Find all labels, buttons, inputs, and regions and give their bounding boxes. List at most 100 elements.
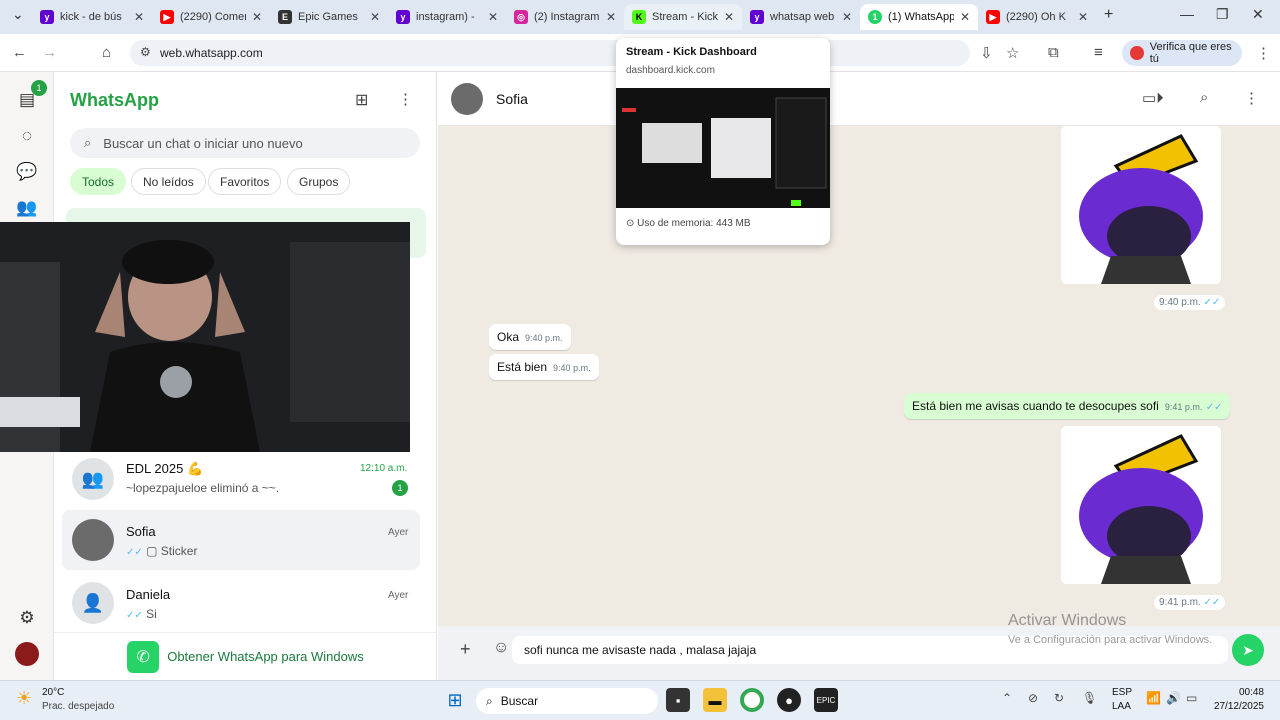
filter-all[interactable]: Todos [70, 168, 127, 195]
preview-memory: ⊙ Uso de memoria: 443 MB [626, 218, 751, 229]
tray-chevron-icon[interactable]: ⌃ [1002, 691, 1012, 705]
chat-row-edl[interactable]: 👥 EDL 2025 💪 ~lopezpajueloe eliminó a ~~… [62, 458, 420, 518]
epic-icon: E [278, 10, 292, 24]
tab-kick-search[interactable]: y kick - de bús ✕ [32, 4, 152, 30]
youtube-icon: ▶ [160, 10, 174, 24]
close-tab-icon[interactable]: ✕ [1078, 10, 1088, 24]
video-call-icon[interactable]: ▭⏵ [1142, 89, 1164, 107]
battery-icon[interactable]: ▭ [1186, 691, 1197, 705]
youtube-icon: ▶ [986, 10, 1000, 24]
bookmark-star-icon[interactable]: ☆ [1006, 44, 1019, 62]
keyboard-layout[interactable]: LAA [1112, 701, 1131, 712]
wifi-icon[interactable]: 📶 [1146, 691, 1161, 705]
close-tab-icon[interactable]: ✕ [842, 10, 852, 24]
tab-youtube-2[interactable]: ▶ (2290) Oh K ✕ [978, 4, 1096, 30]
contact-name[interactable]: Sofia [496, 91, 528, 107]
address-bar[interactable]: web.whatsapp.com [130, 40, 970, 66]
maximize-icon[interactable]: ❐ [1216, 6, 1229, 23]
new-chat-icon[interactable]: ⊞ [355, 90, 368, 110]
close-tab-icon[interactable]: ✕ [370, 10, 380, 24]
profile-avatar[interactable] [15, 642, 39, 666]
contact-avatar [72, 519, 114, 561]
tab-epic-games[interactable]: E Epic Games ✕ [270, 4, 388, 30]
tab-list-icon[interactable]: ⌄ [12, 6, 24, 23]
search-icon[interactable]: ⌕ [1200, 89, 1208, 106]
instagram-icon: ◎ [514, 10, 528, 24]
task-view-icon[interactable]: ▪ [666, 688, 690, 712]
language-indicator[interactable]: ESP [1112, 687, 1132, 698]
close-tab-icon[interactable]: ✕ [134, 10, 144, 24]
channels-icon[interactable]: 💬 [15, 160, 39, 184]
epic-games-icon[interactable]: EPIC [814, 688, 838, 712]
extensions-icon[interactable]: ⧉ [1048, 44, 1059, 61]
webcam-feed [0, 222, 410, 452]
emoji-icon[interactable]: ☺ [493, 639, 509, 657]
contact-avatar[interactable] [451, 83, 483, 115]
activate-windows-subtext: Ve a Configuración para activar Windows. [1008, 634, 1213, 646]
forward-icon[interactable]: → [42, 44, 57, 61]
incoming-message[interactable]: Oka 9:40 p.m. [489, 324, 571, 350]
search-icon: ⌕ [84, 135, 92, 150]
alert-icon [1130, 46, 1144, 60]
chrome-icon[interactable] [740, 688, 764, 712]
menu-icon[interactable]: ⋮ [398, 90, 413, 108]
incoming-message[interactable]: Está bien 9:40 p.m. [489, 354, 599, 380]
tab-instagram-search[interactable]: y instagram) - ✕ [388, 4, 506, 30]
browser-menu-icon[interactable]: ⋮ [1256, 44, 1271, 62]
settings-icon[interactable]: ⚙ [15, 606, 39, 630]
back-icon[interactable]: ← [12, 44, 27, 61]
weather-icon[interactable]: ☀ [16, 688, 32, 709]
close-tab-icon[interactable]: ✕ [488, 10, 498, 24]
status-icon[interactable]: ◌ [15, 124, 39, 148]
tray-sync-icon[interactable]: ↻ [1054, 691, 1064, 705]
microphone-icon[interactable]: 🎙 [1082, 691, 1097, 705]
minimize-icon[interactable]: — [1180, 6, 1194, 22]
tab-kick-stream[interactable]: K Stream - Kick ✕ [624, 4, 742, 30]
filter-groups[interactable]: Grupos [287, 168, 351, 195]
app-title: WhatsApp [70, 90, 159, 110]
obs-icon[interactable]: ● [777, 688, 801, 712]
outgoing-message[interactable]: Está bien me avisas cuando te desocupes … [904, 393, 1231, 419]
attach-plus-icon[interactable]: + [460, 639, 471, 660]
filter-unread[interactable]: No leídos [131, 168, 206, 195]
tray-app-icon[interactable]: ⊘ [1028, 691, 1038, 705]
clock-time[interactable]: 00:48 [1214, 687, 1264, 698]
install-app-icon[interactable]: ⇩ [980, 44, 993, 62]
send-icon: ➤ [1242, 641, 1254, 658]
send-button[interactable]: ➤ [1232, 634, 1264, 666]
clock-date[interactable]: 27/12/2025 [1204, 701, 1264, 712]
close-tab-icon[interactable]: ✕ [724, 10, 734, 24]
tab-whatsapp[interactable]: 1 (1) WhatsApp ✕ [860, 4, 978, 30]
get-whatsapp-windows-link[interactable]: ✆ Obtener WhatsApp para Windows [54, 632, 437, 680]
taskbar-search[interactable]: ⌕ Buscar [476, 688, 658, 714]
chat-menu-icon[interactable]: ⋮ [1244, 89, 1259, 107]
chat-last-message: Si [146, 607, 157, 621]
sticker-message[interactable] [1061, 126, 1221, 284]
tab-youtube-1[interactable]: ▶ (2290) Comen ✕ [152, 4, 270, 30]
sticker-image [1061, 426, 1221, 584]
start-icon[interactable]: ⊞ [443, 688, 467, 712]
communities-icon[interactable]: 👥 [15, 196, 39, 220]
filter-favorites[interactable]: Favoritos [208, 168, 282, 195]
sticker-message[interactable] [1061, 426, 1221, 584]
chat-time: Ayer [388, 527, 409, 538]
close-window-icon[interactable]: ✕ [1252, 6, 1264, 23]
close-tab-icon[interactable]: ✕ [252, 10, 262, 24]
file-explorer-icon[interactable]: ▬ [703, 688, 727, 712]
chat-time: 12:10 a.m. [360, 463, 408, 474]
weather-desc[interactable]: Prac. despejado [42, 701, 114, 712]
new-tab-icon[interactable]: + [1104, 6, 1113, 24]
site-info-icon[interactable]: ⚙ [140, 45, 151, 59]
close-tab-icon[interactable]: ✕ [960, 10, 970, 24]
chat-row-sofia[interactable]: Sofia ✓✓ ▢ Sticker Ayer [62, 510, 420, 570]
home-icon[interactable]: ⌂ [102, 44, 111, 61]
verify-identity-button[interactable]: Verifica que eres tú [1122, 40, 1242, 66]
chat-search-input[interactable]: ⌕ Buscar un chat o iniciar uno nuevo [70, 128, 420, 158]
volume-icon[interactable]: 🔊 [1166, 691, 1181, 705]
tab-instagram[interactable]: ◎ (2) Instagram ✕ [506, 4, 624, 30]
close-tab-icon[interactable]: ✕ [606, 10, 616, 24]
chat-row-daniela[interactable]: 👤 Daniela ✓✓ Si Ayer [62, 572, 420, 632]
media-icon[interactable]: ≡ [1094, 44, 1103, 61]
weather-temp[interactable]: 20°C [42, 687, 64, 698]
tab-whatsapp-search[interactable]: y whatsap web ✕ [742, 4, 860, 30]
